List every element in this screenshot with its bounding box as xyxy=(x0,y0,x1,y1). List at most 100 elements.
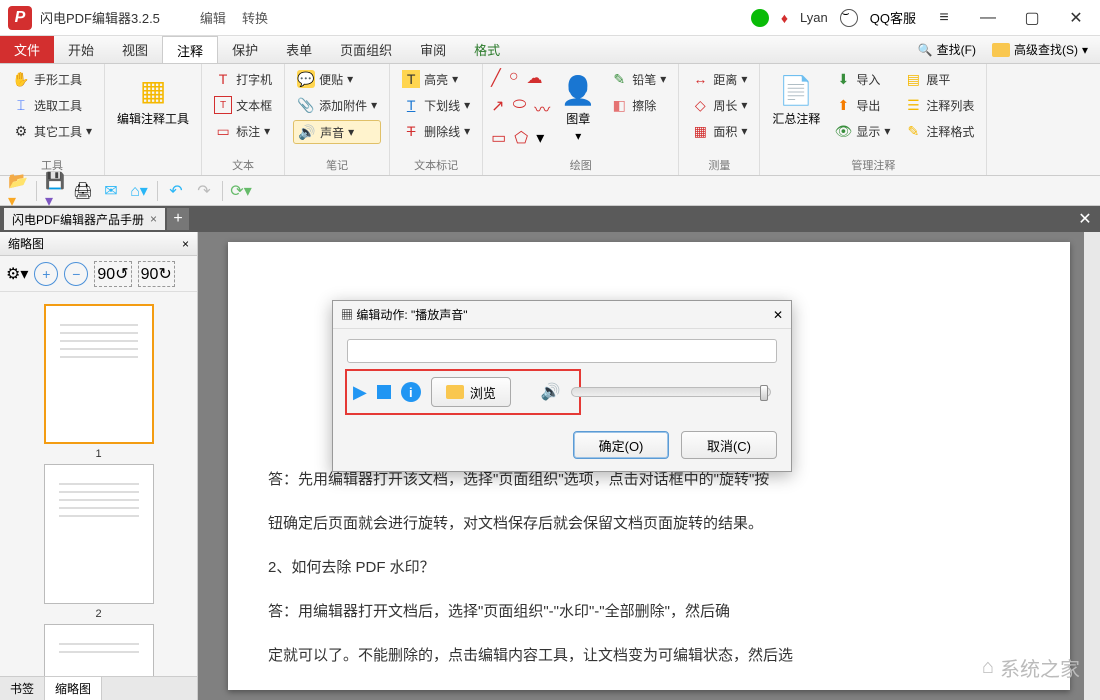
ok-button[interactable]: 确定(O) xyxy=(573,431,669,459)
menu-protect[interactable]: 保护 xyxy=(218,36,272,63)
select-tool[interactable]: ⌶选取工具 xyxy=(8,94,96,116)
titlemenu-edit[interactable]: 编辑 xyxy=(200,8,226,27)
show-anno[interactable]: 👁显示▾ xyxy=(830,120,894,142)
vertical-scrollbar[interactable] xyxy=(1084,232,1100,700)
distance-tool[interactable]: ↔距离▾ xyxy=(687,68,751,90)
sticky-icon: 💬 xyxy=(297,70,315,88)
thumbnail-panel: 缩略图 × ⚙▾ + − 90↺ 90↻ 1 2 3 书签 缩略图 xyxy=(0,232,198,700)
hand-icon: ✋ xyxy=(12,70,30,88)
menu-form[interactable]: 表单 xyxy=(272,36,326,63)
scan-icon[interactable]: ⌂▾ xyxy=(129,181,149,201)
document-tab-label: 闪电PDF编辑器产品手册 xyxy=(12,211,144,228)
perimeter-tool[interactable]: ◇周长▾ xyxy=(687,94,751,116)
flatten-anno[interactable]: ▤展平 xyxy=(900,68,978,90)
menu-annotate[interactable]: 注释 xyxy=(162,36,218,63)
arrow-shape-icon[interactable]: ↗ xyxy=(491,96,504,120)
document-tab[interactable]: 闪电PDF编辑器产品手册 × xyxy=(4,208,165,230)
shape-more-icon[interactable]: ▾ xyxy=(536,128,544,148)
strike-tool[interactable]: T删除线▾ xyxy=(398,120,474,142)
area-tool[interactable]: ▦面积▾ xyxy=(687,120,751,142)
menu-format[interactable]: 格式 xyxy=(460,36,514,63)
wechat-icon[interactable] xyxy=(751,9,769,27)
line-shape-icon[interactable]: ╱ xyxy=(491,68,501,88)
import-anno[interactable]: ⬇导入 xyxy=(830,68,894,90)
save-icon[interactable]: 💾▾ xyxy=(45,181,65,201)
qq-support[interactable]: QQ客服 xyxy=(870,8,916,27)
ribbon: ✋手形工具 ⌶选取工具 ⚙其它工具▾ 工具 ▦ 编辑注释工具 T打字机 T文本框… xyxy=(0,64,1100,176)
menu-start[interactable]: 开始 xyxy=(54,36,108,63)
thumb-num-1: 1 xyxy=(8,448,189,460)
print-icon[interactable]: 🖨 xyxy=(73,181,93,201)
tab-close-icon[interactable]: × xyxy=(150,212,157,226)
callout-icon: ▭ xyxy=(214,122,232,140)
close-button[interactable]: ✕ xyxy=(1060,6,1092,30)
minimize-button[interactable]: — xyxy=(972,6,1004,30)
thumbnail-page-2[interactable] xyxy=(44,464,154,604)
distance-icon: ↔ xyxy=(691,70,709,88)
zoom-in-icon[interactable]: + xyxy=(34,262,58,286)
redo-icon[interactable]: ↷ xyxy=(194,181,214,201)
other-tools[interactable]: ⚙其它工具▾ xyxy=(8,120,96,142)
titlemenu-convert[interactable]: 转换 xyxy=(242,8,268,27)
advanced-find-button[interactable]: 高级查找(S)▾ xyxy=(986,39,1094,60)
tabstrip-close-icon[interactable]: ✕ xyxy=(1074,209,1096,229)
menu-view[interactable]: 视图 xyxy=(108,36,162,63)
sp-tab-thumbnails[interactable]: 缩略图 xyxy=(45,677,102,700)
stamp-tool[interactable]: 👤 图章▾ xyxy=(556,68,600,155)
underline-tool[interactable]: T下划线▾ xyxy=(398,94,474,116)
hamburger-icon[interactable]: ≡ xyxy=(928,6,960,30)
sound-tool[interactable]: 🔊声音▾ xyxy=(293,120,381,144)
sidepanel-close-icon[interactable]: × xyxy=(182,237,189,251)
textbox-icon: T xyxy=(214,96,232,114)
thumbnail-page-3[interactable] xyxy=(44,624,154,676)
volume-slider[interactable] xyxy=(571,387,771,397)
typewriter-tool[interactable]: T打字机 xyxy=(210,68,276,90)
find-button[interactable]: 🔍查找(F) xyxy=(912,39,982,60)
anno-format[interactable]: ✎注释格式 xyxy=(900,120,978,142)
sp-tab-bookmarks[interactable]: 书签 xyxy=(0,677,45,700)
thumbnail-list[interactable]: 1 2 3 xyxy=(0,292,197,676)
polygon-shape-icon[interactable]: ⬠ xyxy=(514,128,528,148)
cancel-button[interactable]: 取消(C) xyxy=(681,431,777,459)
cloud-shape-icon[interactable]: ☁ xyxy=(526,68,542,88)
quick-access-toolbar: 📂▾ 💾▾ 🖨 ✉ ⌂▾ ↶ ↷ ⟳▾ xyxy=(0,176,1100,206)
dialog-title: 编辑动作: "播放声音" xyxy=(356,308,467,322)
open-icon[interactable]: 📂▾ xyxy=(8,181,28,201)
oval-shape-icon[interactable]: ⬭ xyxy=(513,96,527,120)
page-line: 钮确定后页面就会进行旋转，对文档保存后就会保留文档页面旋转的结果。 xyxy=(268,506,1030,542)
thumbnail-page-1[interactable] xyxy=(44,304,154,444)
anno-list[interactable]: ☰注释列表 xyxy=(900,94,978,116)
rect-shape-icon[interactable]: ▭ xyxy=(491,128,506,148)
dialog-app-icon: ▦ xyxy=(341,308,353,322)
textbox-tool[interactable]: T文本框 xyxy=(210,94,276,116)
menu-file[interactable]: 文件 xyxy=(0,36,54,63)
polyline-shape-icon[interactable]: 〰 xyxy=(534,96,550,120)
callout-tool[interactable]: ▭标注▾ xyxy=(210,120,276,142)
refresh-icon[interactable]: ⟳▾ xyxy=(231,181,251,201)
file-path-input[interactable] xyxy=(347,339,777,363)
pencil-tool[interactable]: ✎铅笔▾ xyxy=(606,68,670,90)
hand-tool[interactable]: ✋手形工具 xyxy=(8,68,96,90)
rotate-right-icon[interactable]: 90↻ xyxy=(138,261,175,287)
dialog-close-icon[interactable]: ✕ xyxy=(773,308,783,322)
summary-annotations[interactable]: 📄 汇总注释 xyxy=(768,68,824,155)
attach-tool[interactable]: 📎添加附件▾ xyxy=(293,94,381,116)
slider-knob[interactable] xyxy=(760,385,768,401)
sp-gear-icon[interactable]: ⚙▾ xyxy=(6,264,28,284)
eraser-tool[interactable]: ◧擦除 xyxy=(606,94,670,116)
menu-page-org[interactable]: 页面组织 xyxy=(326,36,406,63)
sticky-note-tool[interactable]: 💬便贴▾ xyxy=(293,68,381,90)
menu-review[interactable]: 审阅 xyxy=(406,36,460,63)
zoom-out-icon[interactable]: − xyxy=(64,262,88,286)
export-anno[interactable]: ⬆导出 xyxy=(830,94,894,116)
mail-icon[interactable]: ✉ xyxy=(101,181,121,201)
highlight-tool[interactable]: T高亮▾ xyxy=(398,68,474,90)
maximize-button[interactable]: ▢ xyxy=(1016,6,1048,30)
smiley-icon[interactable] xyxy=(840,9,858,27)
edit-annotation-tool[interactable]: ▦ 编辑注释工具 xyxy=(113,68,193,159)
tab-add-button[interactable]: + xyxy=(167,208,189,230)
rotate-left-icon[interactable]: 90↺ xyxy=(94,261,131,287)
circle-shape-icon[interactable]: ○ xyxy=(509,68,519,88)
group-draw: 绘图 xyxy=(491,155,670,173)
undo-icon[interactable]: ↶ xyxy=(166,181,186,201)
